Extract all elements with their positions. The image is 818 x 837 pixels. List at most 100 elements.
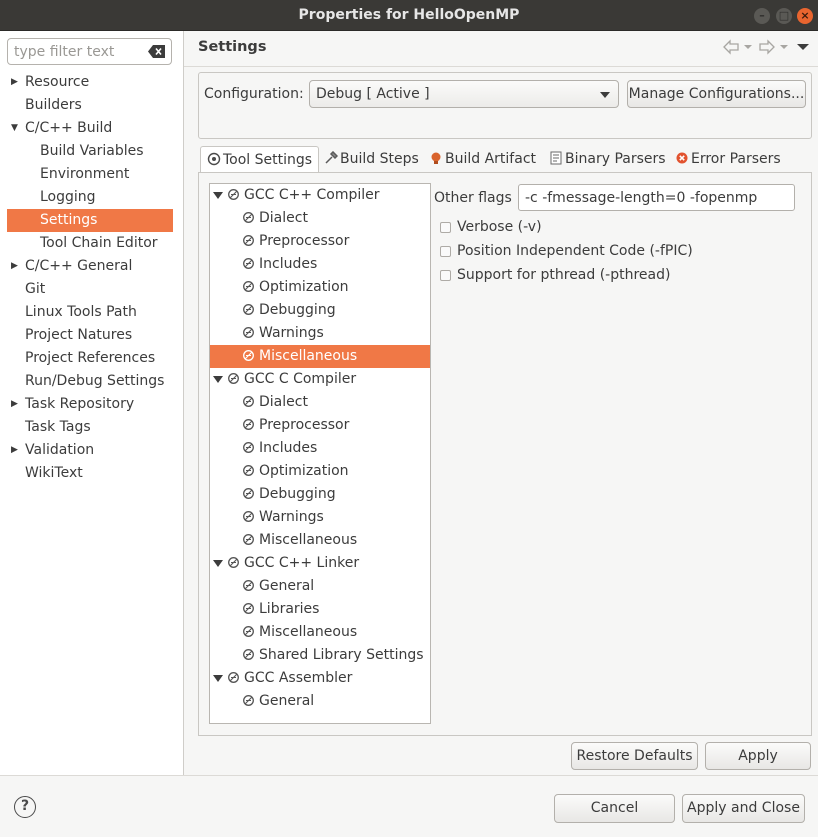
- nav-item[interactable]: WikiText: [7, 462, 173, 485]
- nav-item[interactable]: Settings: [7, 209, 173, 232]
- help-icon[interactable]: ?: [14, 796, 36, 818]
- close-icon[interactable]: ×: [797, 8, 813, 24]
- nav-item-label: Run/Debug Settings: [25, 373, 165, 389]
- option-gear-icon: [243, 442, 254, 453]
- nav-item[interactable]: Project References: [7, 347, 173, 370]
- option-gear-icon: [243, 212, 254, 223]
- tool-tree-option[interactable]: Debugging: [210, 299, 430, 322]
- nav-item[interactable]: ▶ C/C++ General: [7, 255, 173, 278]
- forward-arrow-icon[interactable]: [759, 39, 775, 55]
- tool-tree-option[interactable]: Optimization: [210, 276, 430, 299]
- tab-error-parsers[interactable]: Error Parsers: [675, 146, 781, 173]
- nav-item[interactable]: Run/Debug Settings: [7, 370, 173, 393]
- option-gear-icon: [243, 580, 254, 591]
- expanded-arrow-icon[interactable]: [213, 376, 223, 383]
- tree-item-label: Includes: [259, 256, 318, 272]
- nav-item[interactable]: ▶ Task Repository: [7, 393, 173, 416]
- expanded-arrow-icon[interactable]: ▼: [11, 117, 21, 139]
- tool-tree-option[interactable]: Optimization: [210, 460, 430, 483]
- view-menu-icon[interactable]: [797, 44, 809, 50]
- tab-label: Binary Parsers: [565, 151, 666, 167]
- tree-item-label: Preprocessor: [259, 417, 350, 433]
- clear-filter-icon[interactable]: [148, 44, 166, 59]
- back-history-dropdown-icon[interactable]: [744, 45, 752, 49]
- checkbox-label: Position Independent Code (-fPIC): [457, 243, 693, 259]
- tool-tree-option[interactable]: Miscellaneous: [210, 529, 430, 552]
- option-gear-icon: [243, 350, 254, 361]
- tool-gear-icon: [228, 373, 239, 384]
- checkbox-box[interactable]: [440, 246, 451, 257]
- tab-build-steps[interactable]: Build Steps: [324, 146, 419, 173]
- tool-tree-option[interactable]: Libraries: [210, 598, 430, 621]
- tool-tree-option[interactable]: Dialect: [210, 391, 430, 414]
- nav-item[interactable]: ▶ Validation: [7, 439, 173, 462]
- filter-input[interactable]: [14, 42, 144, 62]
- tool-tree-option[interactable]: Debugging: [210, 483, 430, 506]
- apply-and-close-button[interactable]: Apply and Close: [682, 794, 805, 823]
- nav-item[interactable]: Builders: [7, 94, 173, 117]
- tool-tree-tool[interactable]: GCC C++ Linker: [210, 552, 430, 575]
- tool-tree-option[interactable]: Dialect: [210, 207, 430, 230]
- tool-tree-option[interactable]: Warnings: [210, 322, 430, 345]
- tree-item-label: General: [259, 578, 315, 594]
- nav-item[interactable]: Environment: [7, 163, 173, 186]
- nav-item[interactable]: ▼ C/C++ Build: [7, 117, 173, 140]
- collapsed-arrow-icon[interactable]: ▶: [11, 439, 21, 461]
- cancel-button[interactable]: Cancel: [554, 794, 675, 823]
- tab-tool-settings[interactable]: Tool Settings: [200, 146, 320, 173]
- tool-tree-option[interactable]: Warnings: [210, 506, 430, 529]
- tree-item-label: GCC C++ Compiler: [244, 187, 380, 203]
- apply-button[interactable]: Apply: [705, 742, 811, 770]
- tool-tree-option[interactable]: Preprocessor: [210, 230, 430, 253]
- maximize-icon[interactable]: □: [776, 8, 792, 24]
- forward-history-dropdown-icon[interactable]: [780, 45, 788, 49]
- nav-item[interactable]: Project Natures: [7, 324, 173, 347]
- collapsed-arrow-icon[interactable]: ▶: [11, 71, 21, 93]
- collapsed-arrow-icon[interactable]: ▶: [11, 393, 21, 415]
- tool-tree-option[interactable]: Shared Library Settings: [210, 644, 430, 667]
- filter-field[interactable]: [7, 38, 172, 65]
- nav-item[interactable]: Tool Chain Editor: [7, 232, 173, 255]
- tab-label: Tool Settings: [223, 152, 313, 168]
- tab-build-artifact[interactable]: Build Artifact: [429, 146, 536, 173]
- tool-tree-tool[interactable]: GCC C++ Compiler: [210, 184, 430, 207]
- other-flags-input[interactable]: [518, 184, 795, 211]
- expanded-arrow-icon[interactable]: [213, 675, 223, 682]
- tool-tree-option[interactable]: General: [210, 690, 430, 713]
- tool-tree-option[interactable]: Miscellaneous: [210, 621, 430, 644]
- tool-tree-option[interactable]: Preprocessor: [210, 414, 430, 437]
- checkbox-label: Verbose (-v): [457, 219, 542, 235]
- restore-defaults-button[interactable]: Restore Defaults: [571, 742, 698, 770]
- tree-item-label: Dialect: [259, 210, 308, 226]
- configuration-select[interactable]: Debug [ Active ]: [309, 80, 619, 108]
- expanded-arrow-icon[interactable]: [213, 560, 223, 567]
- minimize-icon[interactable]: –: [754, 8, 770, 24]
- option-gear-icon: [243, 488, 254, 499]
- tool-tree-option[interactable]: Includes: [210, 253, 430, 276]
- tool-tree-tool[interactable]: GCC C Compiler: [210, 368, 430, 391]
- manage-configurations-button[interactable]: Manage Configurations...: [627, 80, 806, 108]
- nav-item[interactable]: Linux Tools Path: [7, 301, 173, 324]
- window-title: Properties for HelloOpenMP: [298, 7, 520, 23]
- expanded-arrow-icon[interactable]: [213, 192, 223, 199]
- tool-tree-option[interactable]: Miscellaneous: [210, 345, 430, 368]
- nav-item[interactable]: Build Variables: [7, 140, 173, 163]
- nav-item[interactable]: Logging: [7, 186, 173, 209]
- nav-item[interactable]: ▶ Resource: [7, 71, 173, 94]
- tab-binary-parsers[interactable]: Binary Parsers: [549, 146, 666, 173]
- nav-item-label: Project Natures: [25, 327, 133, 343]
- tree-item-label: GCC C++ Linker: [244, 555, 360, 571]
- nav-item[interactable]: Git: [7, 278, 173, 301]
- checkbox-box[interactable]: [440, 222, 451, 233]
- collapsed-arrow-icon[interactable]: ▶: [11, 255, 21, 277]
- back-arrow-icon[interactable]: [723, 39, 739, 55]
- tool-tree-option[interactable]: General: [210, 575, 430, 598]
- nav-item-label: Logging: [40, 189, 96, 205]
- tool-tree-tool[interactable]: GCC Assembler: [210, 667, 430, 690]
- option-gear-icon: [243, 258, 254, 269]
- checkbox-box[interactable]: [440, 270, 451, 281]
- history-nav: [723, 39, 809, 55]
- nav-item[interactable]: Task Tags: [7, 416, 173, 439]
- tool-tree-option[interactable]: Includes: [210, 437, 430, 460]
- header-divider: [184, 66, 818, 67]
